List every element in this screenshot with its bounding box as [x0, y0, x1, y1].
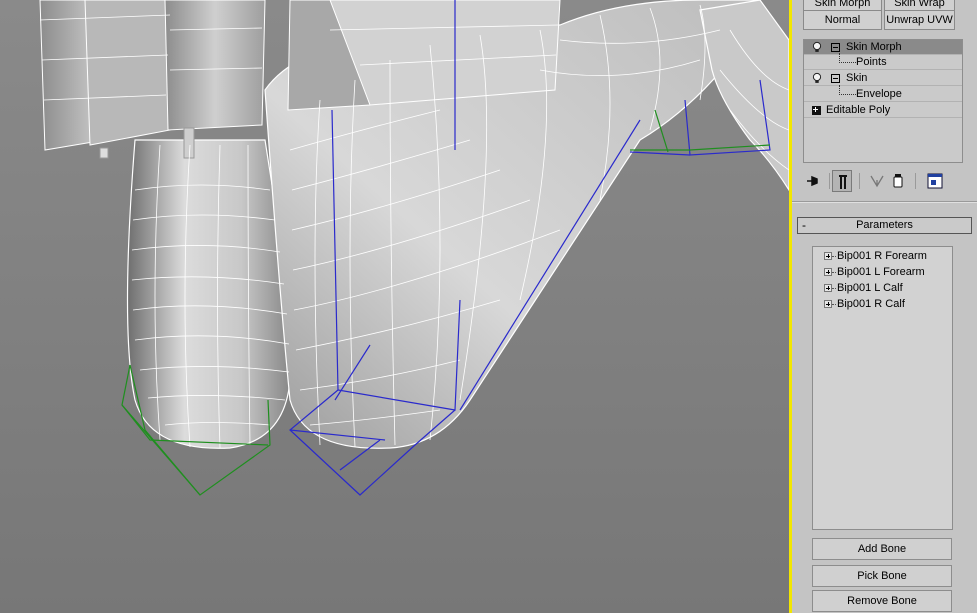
remove-modifier-icon[interactable] [888, 170, 908, 192]
bone-label: Bip001 L Calf [837, 282, 903, 294]
bone-list[interactable]: Bip001 R Forearm Bip001 L Forearm Bip001… [812, 246, 953, 530]
expand-plus-icon[interactable] [824, 300, 832, 308]
bone-label: Bip001 R Forearm [837, 250, 927, 262]
bone-label: Bip001 L Forearm [837, 266, 925, 278]
stack-item-label: Points [856, 56, 887, 68]
pick-bone-button[interactable]: Pick Bone [812, 565, 952, 587]
stack-item-editable-poly[interactable]: Editable Poly [804, 103, 962, 118]
bone-label: Bip001 R Calf [837, 298, 905, 310]
show-end-result-icon[interactable] [832, 170, 852, 192]
character-mesh-wireframe [39, 0, 789, 496]
stack-subitem-envelope[interactable]: Envelope [804, 85, 962, 102]
expand-plus-icon[interactable] [824, 268, 832, 276]
remove-bone-button[interactable]: Remove Bone [812, 590, 952, 612]
panel-separator [792, 201, 977, 203]
hand-mesh [699, 0, 789, 192]
add-bone-button[interactable]: Add Bone [812, 538, 952, 560]
expand-plus-icon[interactable] [824, 284, 832, 292]
unwrap-uvw-set-button[interactable]: Unwrap UVW [884, 10, 955, 30]
stack-subitem-points[interactable]: Points [804, 53, 962, 70]
modifier-stack-toolbar [803, 170, 968, 192]
pin-stack-icon[interactable] [803, 170, 823, 192]
stack-item-label: Editable Poly [826, 104, 891, 116]
parameters-rollout-header[interactable]: - Parameters [797, 217, 972, 234]
modifier-stack-list[interactable]: Skin Morph Points Skin Envelope Editable… [803, 39, 963, 163]
collapse-minus-icon[interactable] [831, 74, 840, 83]
stack-item-skin-morph[interactable]: Skin Morph [804, 40, 962, 55]
viewport-perspective[interactable] [0, 0, 789, 613]
stack-item-label: Skin [846, 72, 868, 84]
expand-plus-icon[interactable] [824, 252, 832, 260]
make-unique-icon[interactable] [867, 170, 887, 192]
stack-item-label: Envelope [856, 88, 902, 100]
calf-left-mesh [126, 139, 291, 449]
collapse-minus-icon[interactable] [831, 43, 840, 52]
normal-set-button[interactable]: Normal [803, 10, 882, 30]
lightbulb-icon[interactable] [811, 72, 823, 84]
configure-modifier-sets-icon[interactable] [925, 170, 945, 192]
expand-plus-icon[interactable] [812, 106, 821, 115]
lightbulb-icon[interactable] [811, 41, 823, 53]
rollout-title: Parameters [856, 219, 913, 231]
command-panel-modify: Skin Morph Skin Wrap Normal Unwrap UVW S… [792, 0, 977, 613]
stack-item-skin[interactable]: Skin [804, 71, 962, 86]
